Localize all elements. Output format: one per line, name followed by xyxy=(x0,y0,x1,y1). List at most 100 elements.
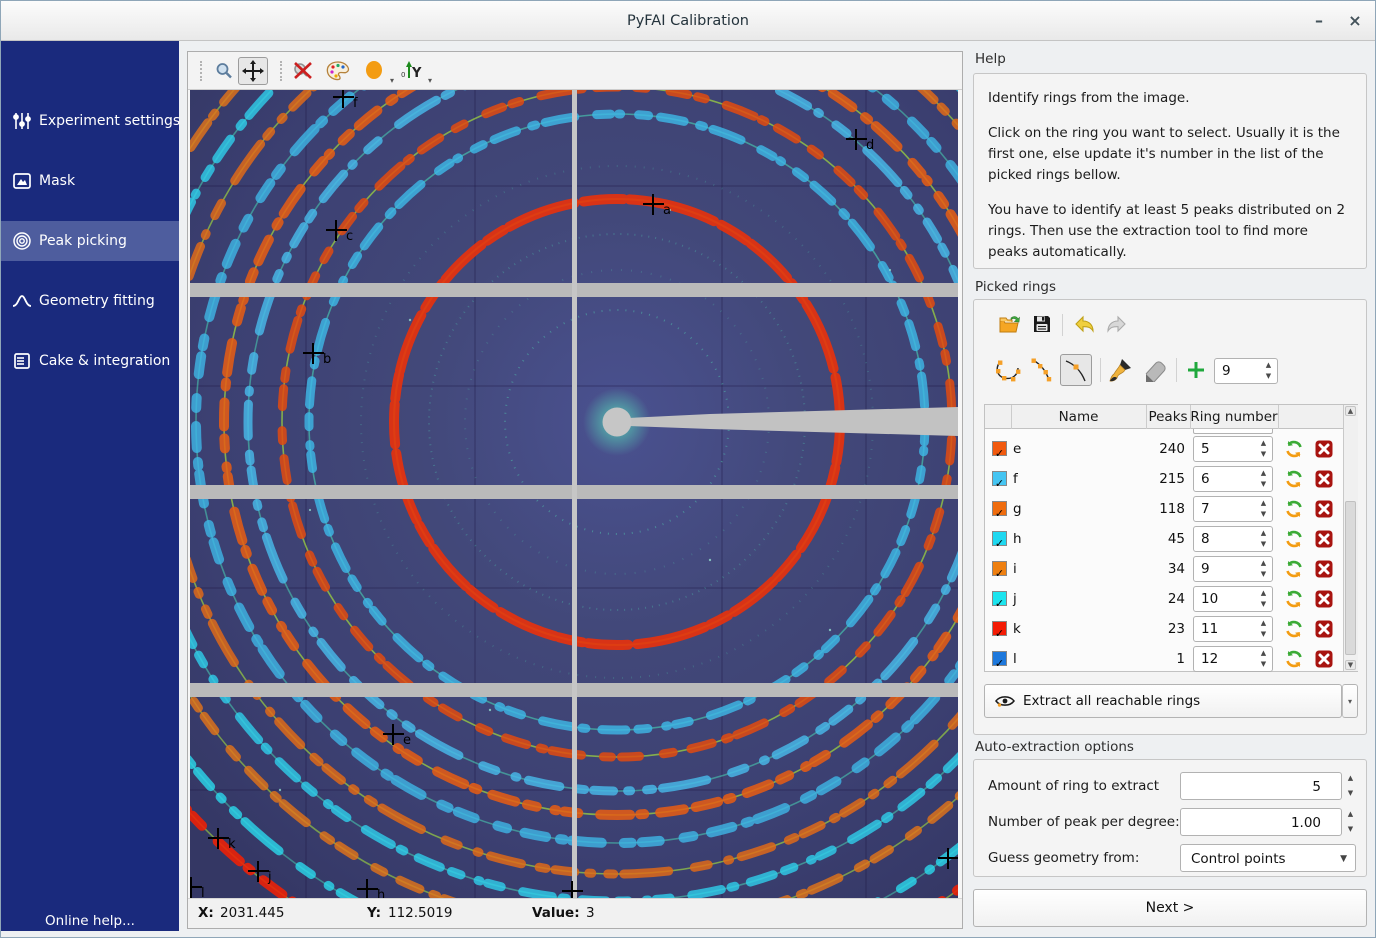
picked-rings-box: 9 ▲▼ Name Peaks Ring number ✓ e 240 5 ▲▼ xyxy=(973,299,1367,735)
pick-arc-tool[interactable] xyxy=(1028,356,1056,384)
load-peaks-button[interactable] xyxy=(998,314,1020,336)
spin-arrows[interactable]: ▲▼ xyxy=(1257,438,1270,460)
table-vertical-scrollbar[interactable]: ▲ ▼ xyxy=(1343,405,1358,671)
save-peaks-button[interactable] xyxy=(1032,314,1052,334)
spin-arrows[interactable]: ▲▼ xyxy=(1257,528,1270,550)
cross-icon xyxy=(190,877,192,898)
zoom-tool-button[interactable] xyxy=(210,57,238,85)
pick-full-ring-tool[interactable] xyxy=(994,356,1022,384)
ring-number-value: 11 xyxy=(1201,617,1218,641)
delete-ring-button[interactable] xyxy=(1315,590,1333,608)
sidebar-item-mask[interactable]: Mask xyxy=(1,161,179,201)
sidebar-item-cake-integration[interactable]: Cake & integration xyxy=(1,341,179,381)
online-help-link[interactable]: Online help... xyxy=(1,913,179,929)
help-paragraph: You have to identify at least 5 peaks di… xyxy=(988,200,1352,263)
ring-number-spinbox[interactable]: 11 ▲▼ xyxy=(1193,616,1273,642)
ring-number-spinbox[interactable]: 8 ▲▼ xyxy=(1193,526,1273,552)
spin-arrows[interactable]: ▲▼ xyxy=(1257,588,1270,610)
undo-button[interactable] xyxy=(1072,314,1096,336)
redo-arrow-icon xyxy=(1105,314,1129,336)
column-header-peaks[interactable]: Peaks xyxy=(1146,405,1190,429)
column-header-name[interactable]: Name xyxy=(1011,405,1146,429)
delete-ring-button[interactable] xyxy=(1315,620,1333,638)
ring-name: e xyxy=(1013,434,1021,464)
scroll-down-arrow[interactable]: ▼ xyxy=(1345,660,1356,670)
ring-color-checkbox[interactable]: ✓ xyxy=(992,561,1007,576)
delete-x-icon xyxy=(1315,530,1333,548)
refresh-ring-button[interactable] xyxy=(1285,650,1303,668)
diffraction-plot-widget: ▾ 0 Y ▾ xyxy=(187,51,963,929)
ring-number-spinbox[interactable]: 12 ▲▼ xyxy=(1193,646,1273,672)
delete-ring-button[interactable] xyxy=(1315,530,1333,548)
ring-number-spinbox[interactable]: 7 ▲▼ xyxy=(1193,496,1273,522)
ring-color-checkbox[interactable]: ✓ xyxy=(992,501,1007,516)
spin-arrows[interactable]: ▲▼ xyxy=(1257,648,1270,670)
pan-tool-button[interactable] xyxy=(238,57,268,85)
delete-ring-button[interactable] xyxy=(1315,500,1333,518)
spin-arrows[interactable]: ▲▼ xyxy=(1257,468,1270,490)
picked-peak-marker: c xyxy=(326,220,347,241)
column-header-ring-number[interactable]: Ring number xyxy=(1190,405,1278,429)
delete-ring-button[interactable] xyxy=(1315,440,1333,458)
refresh-ring-button[interactable] xyxy=(1285,440,1303,458)
spin-arrows[interactable]: ▲▼ xyxy=(1257,618,1270,640)
peaks-per-degree-spinbox[interactable]: 1.00 xyxy=(1180,808,1342,836)
new-ring-number-spinbox[interactable]: 9 ▲▼ xyxy=(1214,358,1278,384)
marker-style-button[interactable]: ▾ xyxy=(360,57,390,85)
refresh-ring-button[interactable] xyxy=(1285,560,1303,578)
eraser-tool[interactable] xyxy=(1142,358,1168,382)
unzoom-button[interactable] xyxy=(288,57,318,85)
refresh-ring-button[interactable] xyxy=(1285,500,1303,518)
colormap-button[interactable] xyxy=(322,57,354,85)
ring-color-checkbox[interactable]: ✓ xyxy=(992,591,1007,606)
extract-options-dropdown[interactable]: ▾ xyxy=(1342,684,1358,718)
scroll-up-arrow[interactable]: ▲ xyxy=(1345,406,1356,416)
refresh-ring-button[interactable] xyxy=(1285,470,1303,488)
ring-number-spinbox[interactable]: 6 ▲▼ xyxy=(1193,466,1273,492)
dropdown-caret-icon: ▾ xyxy=(1348,697,1352,706)
ring-color-checkbox[interactable]: ✓ xyxy=(992,621,1007,636)
ring-number-spinbox[interactable]: 10 ▲▼ xyxy=(1193,586,1273,612)
spin-arrows[interactable]: ▲▼ xyxy=(1257,498,1270,520)
ring-number-spinbox[interactable]: 5 ▲▼ xyxy=(1193,436,1273,462)
sidebar-item-experiment-settings[interactable]: Experiment settings xyxy=(1,101,179,141)
eye-icon xyxy=(995,694,1015,708)
guess-geometry-combobox[interactable]: Control points ▼ xyxy=(1180,844,1356,872)
sidebar-item-peak-picking[interactable]: Peak picking xyxy=(1,221,179,261)
add-ring-button[interactable] xyxy=(1186,360,1206,380)
pick-point-tool[interactable] xyxy=(1060,354,1092,386)
close-button[interactable]: × xyxy=(1342,9,1368,33)
ring-color-checkbox[interactable]: ✓ xyxy=(992,441,1007,456)
brush-tool[interactable] xyxy=(1108,356,1134,384)
spin-arrows[interactable]: ▲▼ xyxy=(1344,773,1357,799)
diffraction-image[interactable]: a b c d e f h j k l xyxy=(190,90,958,900)
toolbar-grip[interactable] xyxy=(200,61,204,81)
delete-ring-button[interactable] xyxy=(1315,560,1333,578)
ring-number-spinbox[interactable]: 9 ▲▼ xyxy=(1193,556,1273,582)
spin-arrows[interactable]: ▲▼ xyxy=(1344,809,1357,835)
minimize-button[interactable]: – xyxy=(1306,9,1332,33)
refresh-ring-button[interactable] xyxy=(1285,590,1303,608)
delete-ring-button[interactable] xyxy=(1315,470,1333,488)
ring-color-checkbox[interactable]: ✓ xyxy=(992,531,1007,546)
sidebar-item-geometry-fitting[interactable]: Geometry fitting xyxy=(1,281,179,321)
refresh-icon xyxy=(1285,650,1303,668)
toolbar-grip[interactable] xyxy=(280,61,284,81)
refresh-icon xyxy=(1285,620,1303,638)
y-axis-orientation-button[interactable]: 0 Y ▾ xyxy=(396,57,430,85)
delete-ring-button[interactable] xyxy=(1315,650,1333,668)
redo-button[interactable] xyxy=(1105,314,1129,336)
amount-of-rings-spinbox[interactable]: 5 xyxy=(1180,772,1342,800)
next-button[interactable]: Next > xyxy=(973,889,1367,927)
picked-ring-row: ✓ k 23 11 ▲▼ xyxy=(985,614,1343,644)
scrollbar-thumb[interactable] xyxy=(1345,501,1356,655)
refresh-ring-button[interactable] xyxy=(1285,620,1303,638)
refresh-ring-button[interactable] xyxy=(1285,530,1303,548)
check-icon: ✓ xyxy=(995,537,1004,550)
extract-rings-button[interactable]: Extract all reachable rings xyxy=(984,684,1342,718)
ring-color-checkbox[interactable]: ✓ xyxy=(992,651,1007,666)
cross-icon xyxy=(366,879,368,900)
spin-arrows[interactable]: ▲▼ xyxy=(1262,360,1275,382)
spin-arrows[interactable]: ▲▼ xyxy=(1257,558,1270,580)
ring-color-checkbox[interactable]: ✓ xyxy=(992,471,1007,486)
